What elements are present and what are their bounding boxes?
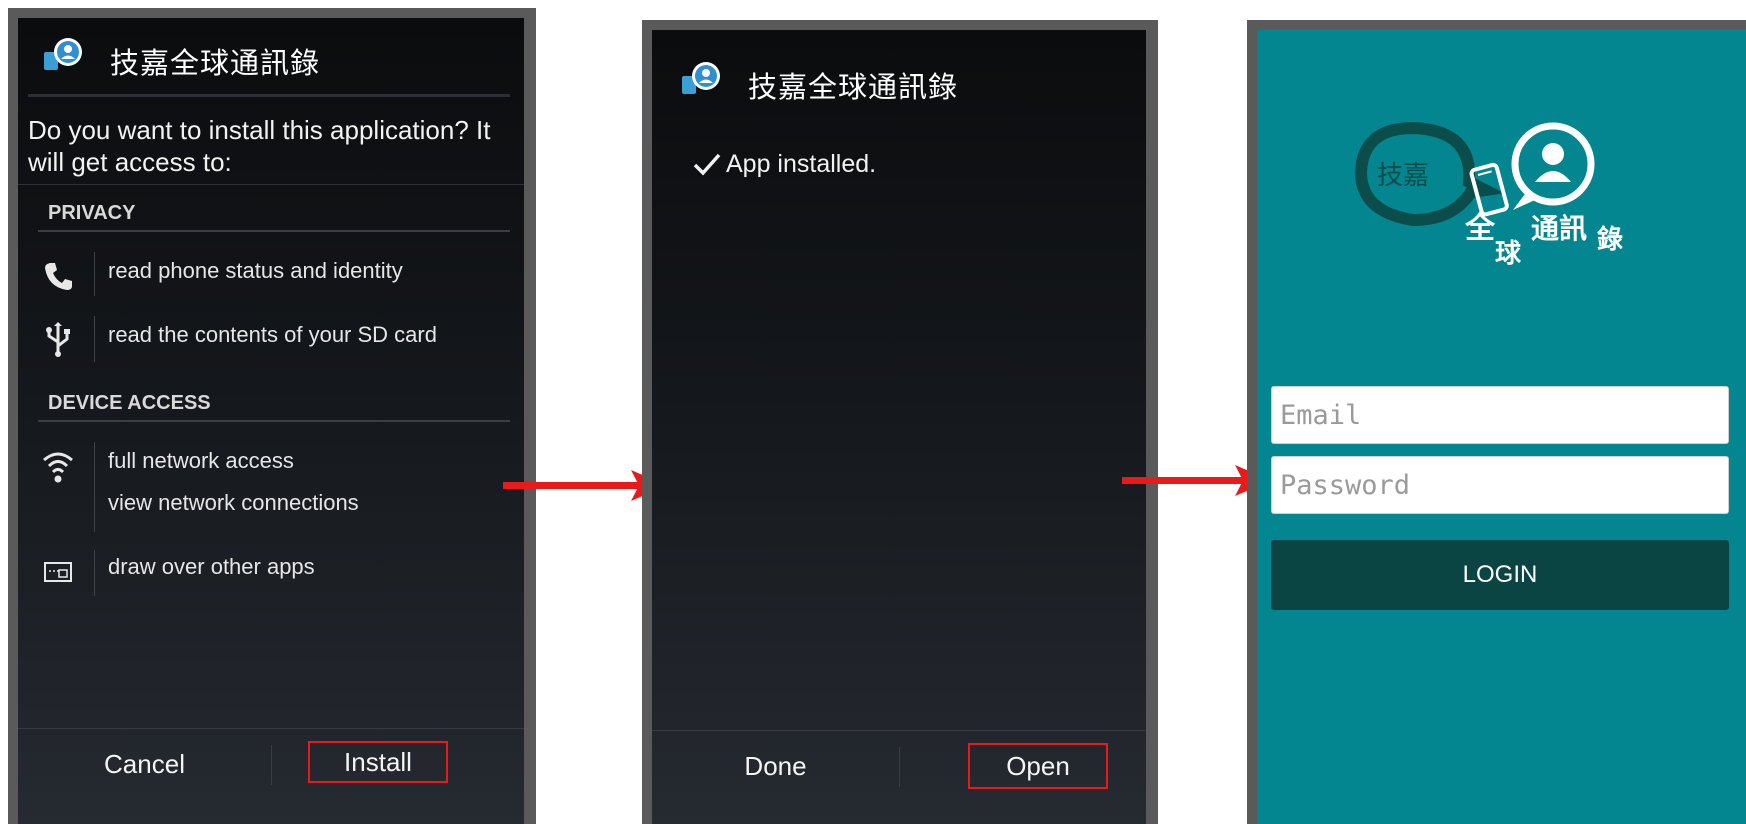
app-logo-icon [44, 38, 82, 70]
installed-status: App installed. [692, 150, 876, 179]
installed-message: App installed. [726, 150, 877, 178]
install-button[interactable]: Install [308, 741, 448, 783]
login-phone: 技嘉 全 球 通訊 錄 LOGIN [1247, 20, 1746, 824]
section-divider [38, 230, 510, 232]
checkmark-icon [693, 153, 721, 176]
login-screen: 技嘉 全 球 通訊 錄 LOGIN [1257, 30, 1746, 824]
title-bar: 技嘉全球通訊錄 [652, 30, 1146, 110]
installed-screen: 技嘉全球通訊錄 App installed. Done Open [652, 30, 1146, 824]
install-question: Do you want to install this application?… [28, 115, 491, 177]
logo-text: 全 [1464, 211, 1496, 246]
login-button[interactable]: LOGIN [1271, 540, 1729, 610]
button-bar: Cancel Install [18, 728, 524, 808]
cancel-button[interactable]: Cancel [18, 729, 271, 799]
usb-icon [38, 320, 78, 360]
permission-divider [94, 252, 95, 296]
app-title: 技嘉全球通訊錄 [110, 46, 321, 80]
app-logo: 技嘉 全 球 通訊 錄 [1354, 121, 1623, 269]
permission-text: read the contents of your SD card [108, 322, 437, 347]
logo-text: 錄 [1597, 224, 1623, 255]
app-logo-icon [682, 62, 720, 94]
permission-divider [94, 550, 95, 596]
open-button[interactable]: Open [968, 743, 1108, 789]
button-bar: Done Open [652, 730, 1146, 810]
permission-text: draw over other apps [108, 554, 315, 579]
password-field[interactable] [1271, 456, 1729, 514]
install-prompt-screen: 技嘉全球通訊錄 Do you want to install this appl… [18, 18, 524, 824]
install-prompt-phone: 技嘉全球通訊錄 Do you want to install this appl… [8, 8, 536, 824]
permission-divider [94, 316, 95, 362]
logo-text: 技嘉 [1377, 161, 1429, 191]
permission-text: view network connections [108, 490, 359, 515]
logo-text: 通訊 [1531, 212, 1587, 245]
button-separator [271, 745, 272, 785]
overlay-window-icon [38, 552, 78, 592]
button-separator [899, 747, 900, 787]
permission-text: read phone status and identity [108, 258, 403, 283]
installed-phone: 技嘉全球通訊錄 App installed. Done Open [642, 20, 1158, 824]
section-title-privacy: PRIVACY [48, 202, 136, 224]
app-title: 技嘉全球通訊錄 [748, 70, 959, 104]
permission-divider [94, 442, 95, 532]
section-title-device-access: DEVICE ACCESS [48, 392, 211, 414]
wifi-icon [38, 446, 78, 486]
logo-text: 球 [1495, 239, 1522, 269]
permission-text: full network access [108, 448, 294, 473]
title-divider [28, 94, 510, 97]
divider [18, 184, 524, 185]
email-field[interactable] [1271, 386, 1729, 444]
section-divider [38, 420, 510, 422]
done-button[interactable]: Done [652, 731, 899, 801]
phone-icon [38, 256, 78, 296]
title-bar: 技嘉全球通訊錄 [18, 18, 524, 98]
